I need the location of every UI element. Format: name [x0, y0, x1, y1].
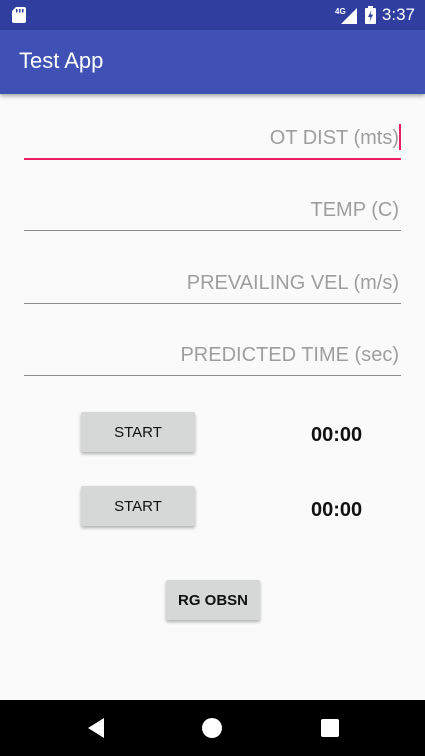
status-clock: 3:37 — [381, 5, 415, 24]
recents-icon — [321, 719, 339, 737]
ot-dist-input[interactable] — [24, 118, 401, 158]
ot-dist-field[interactable] — [24, 118, 401, 160]
timer-display-2: 00:00 — [311, 499, 363, 521]
temp-input[interactable] — [24, 190, 401, 230]
back-icon — [88, 718, 104, 738]
back-button[interactable] — [82, 714, 110, 742]
rg-obsn-button[interactable]: RG OBSN — [166, 580, 260, 620]
network-type-label: 4G — [335, 7, 346, 16]
home-button[interactable] — [198, 714, 226, 742]
signal-icon: 4G — [335, 7, 357, 24]
start-button-1[interactable]: START — [81, 412, 195, 452]
temp-field[interactable] — [24, 190, 401, 231]
sd-card-icon — [12, 7, 26, 23]
status-icons: 4G 3:37 — [335, 0, 415, 30]
recents-button[interactable] — [316, 714, 344, 742]
timer-display-1: 00:00 — [311, 424, 363, 446]
app-title: Test App — [19, 48, 104, 73]
home-icon — [202, 718, 222, 738]
prevailing-vel-input[interactable] — [24, 263, 401, 303]
text-cursor — [399, 124, 401, 150]
navigation-bar — [0, 700, 425, 756]
status-bar: 4G 3:37 — [0, 0, 425, 30]
predicted-time-input[interactable] — [24, 335, 401, 375]
app-bar: Test App — [0, 30, 425, 94]
start-button-2[interactable]: START — [81, 486, 195, 526]
prevailing-vel-field[interactable] — [24, 263, 401, 304]
battery-icon — [364, 6, 376, 24]
predicted-time-field[interactable] — [24, 335, 401, 376]
